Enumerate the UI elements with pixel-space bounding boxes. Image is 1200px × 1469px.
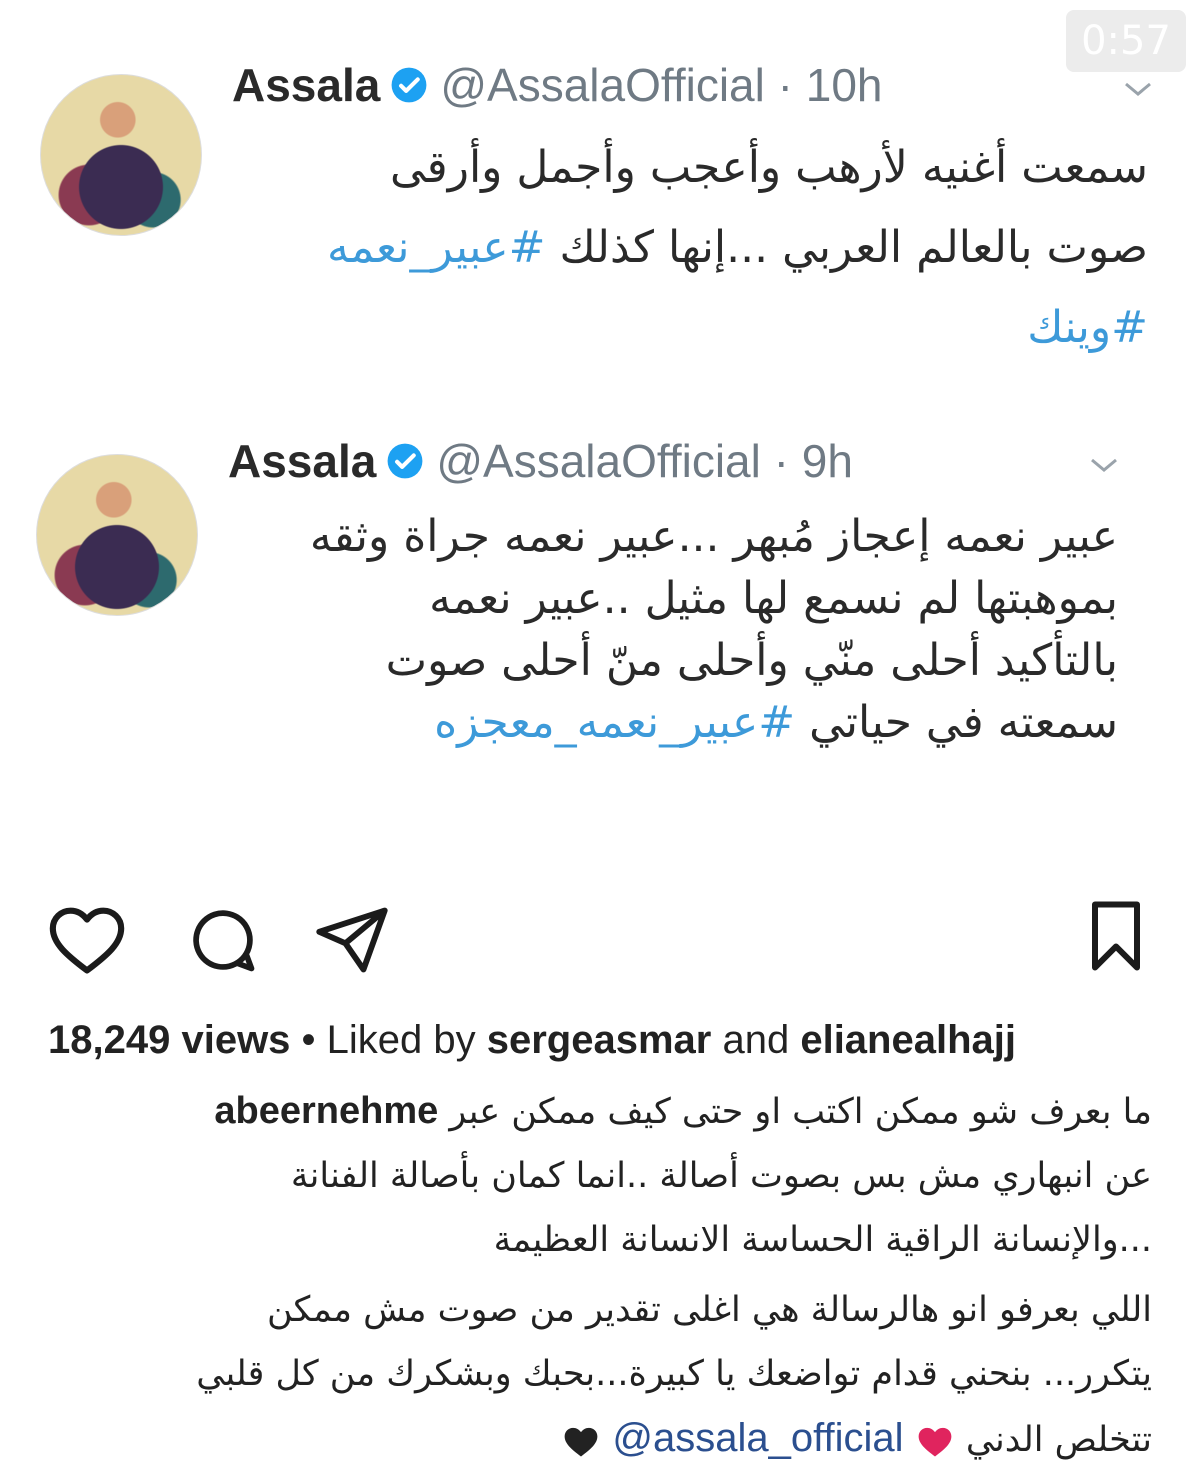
verified-badge-icon xyxy=(391,67,427,103)
tweet-body: عبير نعمه إعجاز مُبهر ...عبير نعمه جراة … xyxy=(310,506,1118,754)
liker-link[interactable]: elianealhajj xyxy=(800,1018,1016,1062)
post-action-bar xyxy=(0,900,1200,980)
caption-line: عن انبهاري مش بس بصوت أصالة ..انما كمان … xyxy=(290,1156,1152,1196)
caption-username[interactable]: abeernehme xyxy=(214,1090,438,1132)
black-heart-icon xyxy=(564,1427,598,1457)
tweet-line: بالتأكيد أحلى منّي وأحلى منّ أحلى صوت xyxy=(385,635,1118,686)
video-timer: 0:57 xyxy=(1066,10,1186,72)
tweet-handle-time: @AssalaOfficial · 9h xyxy=(436,435,853,487)
caption-line: تتخلص الدني @assala_official xyxy=(42,1409,1152,1469)
caption-line: يتكرر... بنحني قدام تواضعك يا كبيرة...بح… xyxy=(196,1354,1152,1394)
tweet-author-name: Assala xyxy=(232,59,381,111)
caption-line: ...والإنسانة الراقية الحساسة الانسانة ال… xyxy=(493,1220,1152,1260)
hashtag-link[interactable]: #عبير_نعمه_معجزه xyxy=(434,697,795,748)
tweet-line: سمعت أغنيه لأرهب وأعجب وأجمل وأرقى xyxy=(390,142,1148,193)
chevron-down-icon[interactable] xyxy=(1120,76,1156,100)
tweet-body: سمعت أغنيه لأرهب وأعجب وأجمل وأرقى صوت ب… xyxy=(327,128,1148,368)
views-and-likes: 18,249 views • Liked by sergeasmar and e… xyxy=(48,1018,1016,1062)
bookmark-icon[interactable] xyxy=(1086,900,1146,972)
verified-badge-icon xyxy=(387,443,423,479)
views-count: 18,249 views xyxy=(48,1018,291,1062)
hashtag-link[interactable]: #عبير_نعمه xyxy=(327,222,545,273)
tweet-header: Assala @AssalaOfficial · 10h xyxy=(232,58,883,112)
caption-line: اللي بعرفو انو هالرسالة هي اغلى تقدير من… xyxy=(267,1290,1152,1330)
tweet-line: سمعته في حياتي #عبير_نعمه_معجزه xyxy=(434,697,1118,748)
tweet-line: #وينك xyxy=(327,288,1148,368)
avatar xyxy=(40,74,202,236)
share-icon[interactable] xyxy=(312,904,392,976)
tweet-author-name: Assala xyxy=(228,435,377,487)
tweet-line: صوت بالعالم العربي ...إنها كذلك #عبير_نع… xyxy=(327,222,1148,273)
tweet-handle-time: @AssalaOfficial · 10h xyxy=(440,59,883,111)
liker-link[interactable]: sergeasmar xyxy=(487,1018,712,1062)
tweet-line: عبير نعمه إعجاز مُبهر ...عبير نعمه جراة … xyxy=(309,511,1118,562)
chevron-down-icon[interactable] xyxy=(1086,452,1122,476)
post-caption: ما بعرف شو ممكن اكتب او حتى كيف ممكن عبر… xyxy=(42,1082,1152,1469)
comment-icon[interactable] xyxy=(184,902,262,978)
avatar xyxy=(36,454,198,616)
mention-link[interactable]: @assala_official xyxy=(612,1416,903,1460)
hashtag-link[interactable]: #وينك xyxy=(1027,302,1148,353)
tweet-header: Assala @AssalaOfficial · 9h xyxy=(228,434,853,488)
red-heart-icon xyxy=(918,1427,952,1457)
heart-icon[interactable] xyxy=(46,900,128,976)
caption-line: ما بعرف شو ممكن اكتب او حتى كيف ممكن عبر… xyxy=(214,1090,1152,1132)
tweet-line: بموهبتها لم نسمع لها مثيل ..عبير نعمه xyxy=(429,573,1118,624)
